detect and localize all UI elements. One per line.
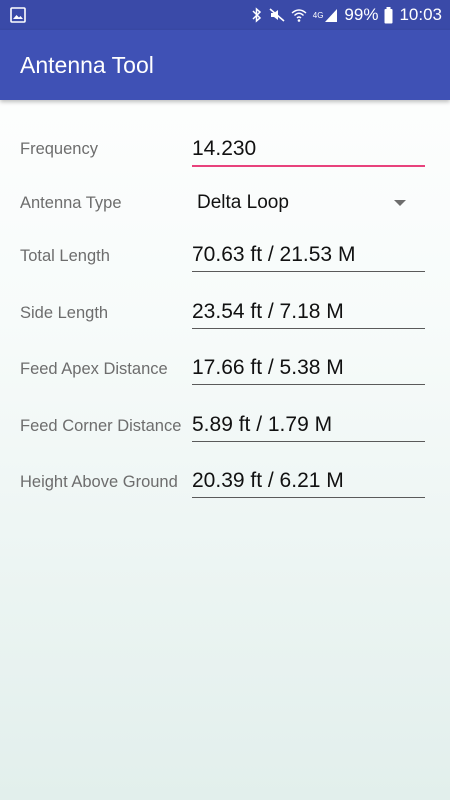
antenna-type-row: Antenna Type Delta Loop xyxy=(0,184,450,234)
status-bar: 4G 99% 10:03 xyxy=(0,0,450,30)
bluetooth-icon xyxy=(251,7,263,23)
feed-apex-distance-label: Feed Apex Distance xyxy=(20,360,168,378)
feed-apex-distance-row: Feed Apex Distance 17.66 ft / 5.38 M xyxy=(0,349,450,399)
total-length-underline xyxy=(192,271,425,272)
feed-apex-distance-value[interactable]: 17.66 ft / 5.38 M xyxy=(192,356,344,380)
total-length-label: Total Length xyxy=(20,247,110,265)
feed-apex-distance-underline xyxy=(192,384,425,385)
feed-corner-distance-value[interactable]: 5.89 ft / 1.79 M xyxy=(192,413,332,437)
app-bar: Antenna Tool xyxy=(0,30,450,100)
app-title: Antenna Tool xyxy=(20,51,154,78)
frequency-row: Frequency 14.230 xyxy=(0,130,450,180)
total-length-value[interactable]: 70.63 ft / 21.53 M xyxy=(192,243,355,267)
frequency-input-underline xyxy=(192,165,425,167)
feed-corner-distance-row: Feed Corner Distance 5.89 ft / 1.79 M xyxy=(0,406,450,456)
side-length-value[interactable]: 23.54 ft / 7.18 M xyxy=(192,300,344,324)
mute-icon xyxy=(269,7,285,23)
network-type-label: 4G xyxy=(312,10,324,20)
side-length-underline xyxy=(192,328,425,329)
battery-percent: 99% xyxy=(344,5,379,24)
dropdown-arrow-icon[interactable] xyxy=(394,200,406,206)
wifi-icon xyxy=(291,7,307,23)
side-length-label: Side Length xyxy=(20,304,109,322)
height-above-ground-row: Height Above Ground 20.39 ft / 6.21 M xyxy=(0,462,450,512)
clock-time: 10:03 xyxy=(399,5,442,24)
height-above-ground-value[interactable]: 20.39 ft / 6.21 M xyxy=(192,469,344,493)
antenna-type-label: Antenna Type xyxy=(20,194,122,212)
antenna-type-dropdown[interactable]: Delta Loop xyxy=(197,192,289,214)
battery-icon xyxy=(384,6,393,24)
height-above-ground-label: Height Above Ground xyxy=(20,473,178,491)
height-above-ground-underline xyxy=(192,497,425,498)
feed-corner-distance-label: Feed Corner Distance xyxy=(20,417,182,435)
total-length-row: Total Length 70.63 ft / 21.53 M xyxy=(0,236,450,286)
frequency-label: Frequency xyxy=(20,140,98,158)
side-length-row: Side Length 23.54 ft / 7.18 M xyxy=(0,293,450,343)
gallery-notification-icon xyxy=(10,7,26,23)
feed-corner-distance-underline xyxy=(192,441,425,442)
frequency-input[interactable]: 14.230 xyxy=(192,137,256,161)
signal-icon: 4G xyxy=(313,7,339,23)
